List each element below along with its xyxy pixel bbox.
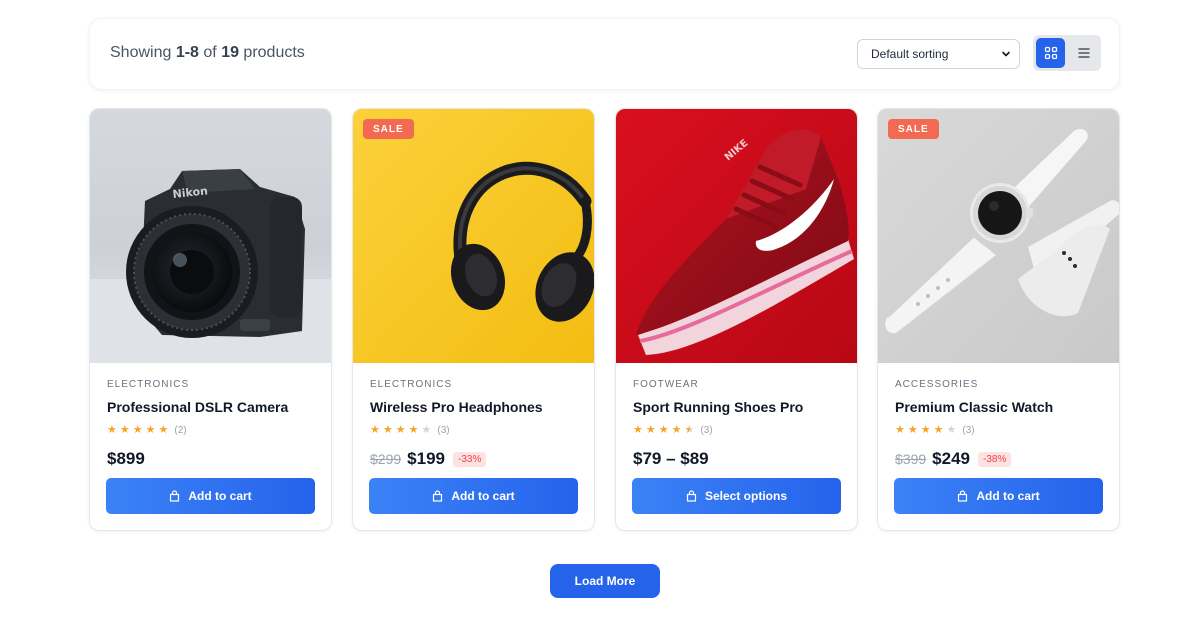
- shopping-bag-icon: [686, 490, 697, 502]
- product-title[interactable]: Professional DSLR Camera: [107, 399, 314, 415]
- sale-badge: SALE: [888, 119, 939, 139]
- product-info: ACCESSORIES Premium Classic Watch ★ ★ ★ …: [895, 379, 1102, 470]
- star-icon: ★: [370, 424, 380, 436]
- original-price: $399: [895, 451, 927, 467]
- star-icon: ★: [645, 424, 656, 436]
- sort-select[interactable]: Default sorting: [857, 39, 1020, 69]
- result-count-prefix: Showing: [110, 44, 176, 61]
- price-row: $899: [107, 448, 314, 470]
- star-icon: ★: [920, 424, 931, 436]
- star-icon: ★: [132, 424, 143, 436]
- view-toggle: [1033, 35, 1101, 71]
- product-title[interactable]: Wireless Pro Headphones: [370, 399, 577, 415]
- star-icon: ★: [895, 424, 905, 436]
- add-to-cart-button[interactable]: Add to cart: [106, 478, 315, 514]
- product-card[interactable]: SALE ELECTRONICS Wireless Pro Headphones…: [352, 108, 595, 531]
- list-view-button[interactable]: [1069, 38, 1098, 68]
- star-icon: ★: [145, 424, 156, 436]
- shopping-bag-icon: [433, 490, 443, 502]
- product-info: ELECTRONICS Wireless Pro Headphones ★ ★ …: [370, 379, 577, 470]
- rating-count: (3): [437, 424, 450, 436]
- sort-select-value: Default sorting: [871, 47, 949, 61]
- select-options-button[interactable]: Select options: [632, 478, 841, 514]
- result-count: Showing 1-8 of 19 products: [110, 44, 305, 62]
- chevron-down-icon: [1002, 51, 1010, 57]
- product-category: ELECTRONICS: [370, 379, 453, 390]
- star-icon: ★: [933, 424, 944, 436]
- price-row: $399 $249 -38%: [895, 448, 1102, 470]
- star-rating: ★ ★ ★ ★ ★ (3): [895, 424, 1102, 436]
- product-title[interactable]: Sport Running Shoes Pro: [633, 399, 840, 415]
- watch-image: [878, 109, 1119, 363]
- product-card[interactable]: SALE ACCESSORIES Premium Classic Watch ★…: [877, 108, 1120, 531]
- product-image-link[interactable]: NIKE: [616, 109, 857, 363]
- rating-count: (2): [174, 424, 187, 436]
- star-icon: ★: [382, 424, 393, 436]
- load-more-button[interactable]: Load More: [550, 564, 660, 598]
- add-to-cart-button[interactable]: Add to cart: [894, 478, 1103, 514]
- original-price: $299: [370, 451, 402, 467]
- product-title[interactable]: Premium Classic Watch: [895, 399, 1102, 415]
- product-category: ACCESSORIES: [895, 379, 979, 390]
- price-row: $79 – $89: [633, 448, 840, 470]
- star-icon: ★: [395, 424, 406, 436]
- shopping-bag-icon: [170, 490, 180, 502]
- headphones-image: [353, 109, 594, 363]
- result-range: 1-8: [175, 44, 199, 61]
- list-view-icon: [1077, 48, 1090, 58]
- star-empty-icon: ★: [421, 424, 432, 436]
- star-icon: ★: [671, 424, 682, 436]
- discount-badge: -33%: [452, 451, 487, 467]
- product-image-link[interactable]: SALE: [353, 109, 594, 363]
- product-category: ELECTRONICS: [107, 379, 190, 390]
- product-price: $249: [932, 449, 970, 468]
- star-icon: ★: [658, 424, 669, 436]
- star-half-icon: ★: [684, 424, 695, 436]
- product-price-range: $79 – $89: [633, 449, 709, 468]
- result-total: 19: [221, 44, 239, 61]
- product-price: $899: [107, 449, 145, 468]
- star-icon: ★: [119, 424, 130, 436]
- product-image-link[interactable]: Nikon: [90, 109, 331, 363]
- product-category: FOOTWEAR: [633, 379, 699, 390]
- shop-toolbar: Showing 1-8 of 19 products Default sorti…: [89, 18, 1120, 90]
- product-price: $199: [407, 449, 445, 468]
- star-rating: ★ ★ ★ ★ ★ (3): [370, 424, 577, 436]
- star-icon: ★: [107, 424, 117, 436]
- rating-count: (3): [962, 424, 975, 436]
- add-to-cart-label: Add to cart: [188, 489, 252, 503]
- result-count-of: of: [198, 44, 222, 61]
- star-icon: ★: [907, 424, 918, 436]
- star-rating: ★ ★ ★ ★ ★ (2): [107, 424, 314, 436]
- star-empty-icon: ★: [946, 424, 957, 436]
- running-shoe-image: NIKE: [616, 109, 857, 363]
- grid-view-icon: [1044, 46, 1057, 60]
- select-options-label: Select options: [704, 489, 787, 503]
- add-to-cart-label: Add to cart: [451, 489, 515, 503]
- result-count-suffix: products: [238, 44, 305, 61]
- product-image-link[interactable]: SALE: [878, 109, 1119, 363]
- shopping-bag-icon: [958, 490, 968, 502]
- product-info: ELECTRONICS Professional DSLR Camera ★ ★…: [107, 379, 314, 470]
- add-to-cart-button[interactable]: Add to cart: [369, 478, 578, 514]
- product-grid: Nikon ELECTRONICS Professional DSLR Came…: [89, 108, 1120, 532]
- rating-count: (3): [700, 424, 713, 436]
- star-icon: ★: [633, 424, 643, 436]
- camera-image: Nikon: [90, 109, 331, 363]
- product-card[interactable]: Nikon ELECTRONICS Professional DSLR Came…: [89, 108, 332, 531]
- product-info: FOOTWEAR Sport Running Shoes Pro ★ ★ ★ ★…: [633, 379, 840, 470]
- sale-badge: SALE: [363, 119, 414, 139]
- add-to-cart-label: Add to cart: [976, 489, 1040, 503]
- discount-badge: -38%: [977, 451, 1012, 467]
- price-row: $299 $199 -33%: [370, 448, 577, 470]
- star-icon: ★: [158, 424, 169, 436]
- product-card[interactable]: NIKE FOOTWEAR Sport Running Shoes Pro ★ …: [615, 108, 858, 531]
- grid-view-button[interactable]: [1036, 38, 1065, 68]
- star-icon: ★: [408, 424, 419, 436]
- star-rating: ★ ★ ★ ★ ★ (3): [633, 424, 840, 436]
